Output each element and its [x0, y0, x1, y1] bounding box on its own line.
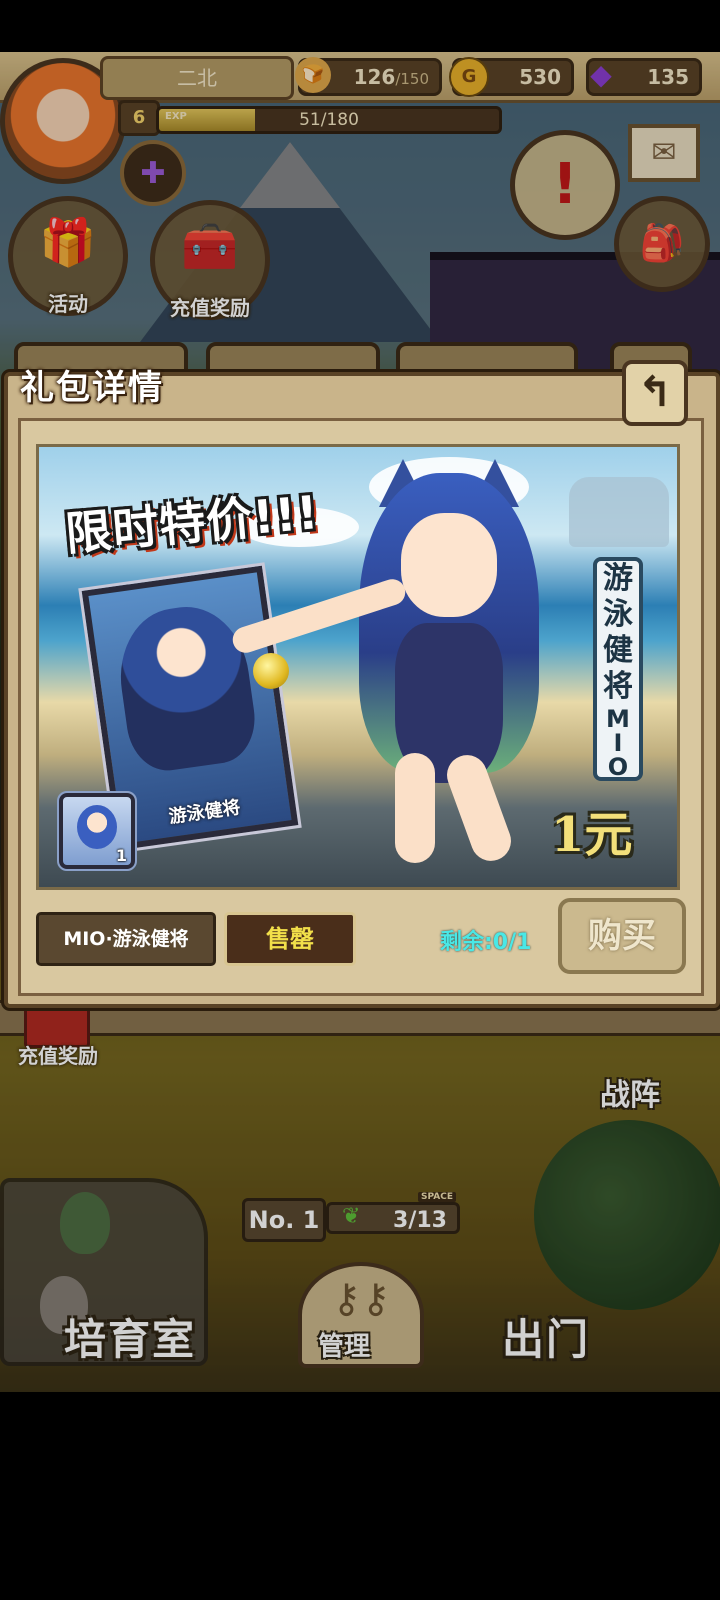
- player-name: 二北: [100, 56, 294, 100]
- item-name: MIO·游泳健将: [36, 912, 216, 966]
- character-face: [401, 513, 497, 617]
- back-arrow-icon[interactable]: ↰: [622, 360, 688, 426]
- buy-button[interactable]: 购买: [558, 898, 686, 974]
- activity-button[interactable]: 🎁 活动: [8, 196, 128, 316]
- gem-plus-icon: ✚: [140, 155, 166, 191]
- item-character-thumb: [77, 805, 117, 849]
- gem-counter[interactable]: ◆ 135: [586, 58, 702, 96]
- gold-value: 530: [519, 65, 561, 89]
- item-icon[interactable]: 1: [57, 791, 137, 871]
- manage-label[interactable]: 管理: [318, 1326, 370, 1363]
- card-character-art: [111, 599, 261, 776]
- exp-bar: EXP 51/180: [156, 106, 502, 134]
- add-gems-button[interactable]: ✚: [120, 140, 186, 206]
- character-leg: [441, 749, 517, 867]
- tag-letter: M: [606, 705, 630, 733]
- price-label: 1元: [551, 807, 633, 863]
- character-leg: [395, 753, 435, 863]
- nursery-button[interactable]: 培育室: [64, 1306, 196, 1367]
- remaining-count: 剩余:0/1: [440, 930, 532, 955]
- sold-out-badge: 售罄: [224, 912, 356, 966]
- room-number: No. 1: [242, 1198, 326, 1242]
- bread-icon: 🍞: [295, 57, 331, 93]
- keys-icon: ⚷⚷: [331, 1276, 391, 1322]
- tag-letter: O: [607, 753, 629, 781]
- tag-char: 健: [603, 633, 633, 668]
- tag-char: 将: [603, 669, 633, 704]
- bell-graphic: [253, 653, 289, 689]
- recharge-reward-label: 充值奖励: [170, 296, 250, 320]
- purple-gem-icon: ◆: [590, 58, 612, 91]
- gold-counter[interactable]: G 530: [449, 57, 574, 97]
- promo-banner: 限时特价!!! 游泳健将 游 泳 健 将 M I O 1元 1: [36, 444, 680, 890]
- swimsuit-shirt-graphic: [569, 477, 669, 547]
- tag-char: 游: [603, 561, 633, 596]
- stamina-value: 126: [353, 65, 396, 89]
- gift-box-icon: 🎁: [39, 215, 97, 269]
- room-info: No. 1 3/13 ❦ SPACE: [242, 1192, 464, 1242]
- gem-value: 135: [647, 65, 689, 89]
- leaf-icon: ❦: [342, 1204, 361, 1229]
- backpack-icon[interactable]: 🎒: [614, 196, 710, 292]
- mail-icon[interactable]: ✉: [628, 124, 700, 182]
- stamina-counter[interactable]: 🍞 126/150: [295, 57, 442, 96]
- stamina-max: /150: [395, 70, 429, 88]
- player-level: 6: [118, 100, 160, 136]
- space-tag: SPACE: [418, 1192, 456, 1202]
- card-caption: 游泳健将: [167, 797, 242, 828]
- tag-char: 泳: [603, 597, 633, 632]
- tag-letter: I: [613, 729, 623, 757]
- exp-value: 51/180: [299, 110, 359, 130]
- gold-coin-icon: G: [449, 57, 489, 97]
- bottom-recharge-reward-label[interactable]: 充值奖励: [18, 1040, 98, 1069]
- item-count: 1: [115, 846, 127, 865]
- army-button[interactable]: 战阵: [600, 1070, 660, 1114]
- activity-label: 活动: [48, 292, 88, 316]
- quest-scroll-icon[interactable]: !: [510, 130, 620, 240]
- treasure-chest-icon: 🧰: [181, 219, 239, 273]
- go-out-button[interactable]: 出门: [502, 1306, 590, 1367]
- tag-latin: M I O: [597, 707, 639, 779]
- modal-title: 礼包详情: [20, 368, 164, 408]
- character-art-mio: [229, 453, 559, 873]
- space-value: 3/13: [393, 1208, 447, 1233]
- recharge-reward-button[interactable]: 🧰 充值奖励: [150, 200, 270, 320]
- promo-headline: 限时特价!!!: [63, 485, 322, 561]
- vertical-name-tag: 游 泳 健 将 M I O: [593, 557, 643, 781]
